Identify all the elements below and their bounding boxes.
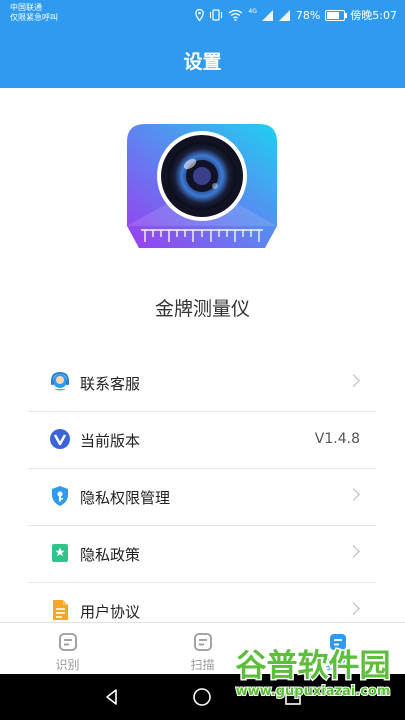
tab-recognize[interactable]: 识别 (0, 623, 135, 675)
chevron-right-icon (347, 602, 360, 615)
vibrate-icon (210, 9, 223, 21)
current-version-label: 当前版本 (80, 432, 141, 450)
battery-fill (327, 11, 340, 19)
carrier-name: 中国联通 (10, 3, 42, 12)
status-bar: 中国联通 仅限紧急呼叫 4G 78% 傍晚5:07 (0, 0, 405, 30)
settings-list: 联系客服 当前版本 V1.4.8 隐私权限管理 隐私政策 用户协议 (28, 355, 376, 639)
network-type-label: 4G (248, 7, 257, 15)
app-logo (127, 124, 277, 248)
privacy-policy-item[interactable]: 隐私政策 (28, 526, 376, 583)
version-number: V1.4.8 (314, 431, 360, 447)
signal-icon-2 (278, 9, 290, 21)
location-icon (195, 9, 205, 21)
customer-service-headset-icon (51, 371, 69, 391)
page-title: 设置 (183, 51, 222, 73)
privacy-permission-label: 隐私权限管理 (80, 489, 171, 507)
back-icon[interactable] (102, 687, 122, 707)
app-header: 设置 (0, 30, 405, 88)
bookmark-star-icon (52, 544, 68, 562)
status-icons: 4G 78% 傍晚5:07 (195, 7, 397, 23)
watermark-title: 谷普软件园 (236, 648, 391, 684)
form-icon (59, 633, 77, 651)
wifi-icon (228, 9, 243, 21)
battery-percent: 78% (295, 8, 321, 22)
home-icon[interactable] (192, 687, 212, 707)
privacy-permission-item[interactable]: 隐私权限管理 (28, 469, 376, 526)
form-icon (194, 633, 212, 651)
clock: 傍晚5:07 (350, 9, 397, 22)
emergency-only-text: 仅限紧急呼叫 (10, 13, 58, 22)
chevron-right-icon (347, 374, 360, 387)
user-agreement-label: 用户协议 (80, 603, 141, 621)
shield-key-icon (52, 486, 68, 506)
version-v-icon (50, 429, 70, 449)
battery-icon (325, 9, 348, 21)
tab-recognize-label: 识别 (55, 658, 80, 672)
carrier-info: 中国联通 仅限紧急呼叫 (10, 3, 58, 23)
contact-support-item[interactable]: 联系客服 (28, 355, 376, 412)
privacy-policy-label: 隐私政策 (80, 546, 141, 564)
app-name: 金牌测量仪 (154, 298, 250, 320)
document-icon (53, 600, 68, 620)
chevron-right-icon (347, 545, 360, 558)
watermark-url: www.gupuxiazai.com (236, 684, 391, 699)
chevron-right-icon (347, 488, 360, 501)
current-version-item: 当前版本 V1.4.8 (28, 412, 376, 469)
signal-icon (261, 9, 273, 21)
site-watermark-logo: 谷普软件园 www.gupuxiazai.com (234, 647, 392, 701)
contact-support-label: 联系客服 (80, 375, 141, 393)
